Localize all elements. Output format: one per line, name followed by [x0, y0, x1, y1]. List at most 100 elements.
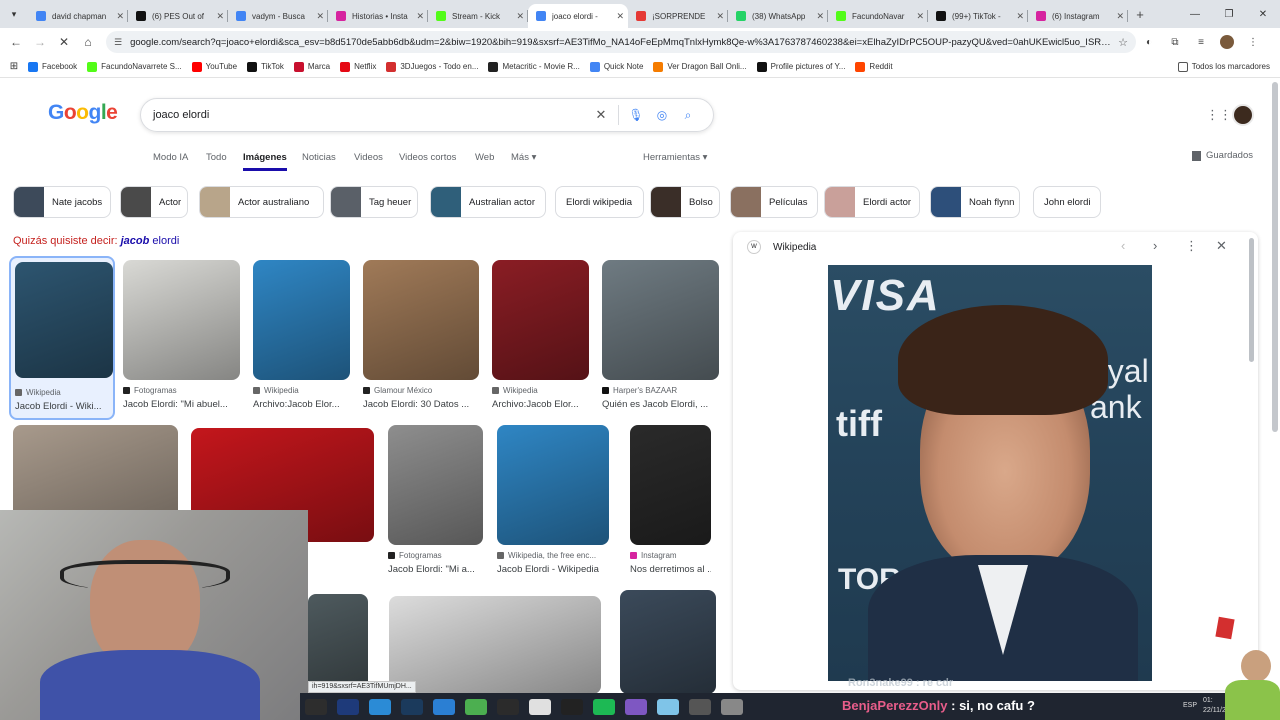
- tab-web[interactable]: Web: [475, 152, 494, 163]
- result-thumbnail[interactable]: [308, 594, 368, 694]
- google-logo[interactable]: Google: [48, 101, 118, 125]
- tab-videos-cortos[interactable]: Videos cortos: [399, 152, 456, 163]
- close-tab-icon[interactable]: ✕: [416, 11, 424, 22]
- taskbar-app-icon[interactable]: [465, 698, 487, 715]
- result-title[interactable]: Jacob Elordi - Wikipedia: [497, 564, 609, 575]
- image-result[interactable]: Wikipedia, the free enc... Jacob Elordi -…: [497, 425, 609, 585]
- lens-camera-icon[interactable]: ◎: [649, 108, 675, 122]
- chip-australian-actor[interactable]: Australian actor: [430, 186, 546, 218]
- result-title[interactable]: Archivo:Jacob Elor...: [253, 399, 350, 410]
- chip-tag-heuer[interactable]: Tag heuer: [330, 186, 418, 218]
- taskbar-app-icon[interactable]: [689, 698, 711, 715]
- result-thumbnail[interactable]: [253, 260, 350, 380]
- extension-icon[interactable]: ◐: [1136, 37, 1162, 48]
- result-thumbnail[interactable]: [363, 260, 479, 380]
- bookmark-item[interactable]: YouTube: [191, 61, 237, 72]
- browser-tab[interactable]: Historias • Insta ✕: [328, 4, 428, 28]
- chip-noah-flynn[interactable]: Noah flynn: [930, 186, 1020, 218]
- image-result[interactable]: Harper's BAZAAR Quién es Jacob Elordi, ..…: [602, 260, 719, 420]
- chip-nate-jacobs[interactable]: Nate jacobs: [13, 186, 111, 218]
- close-window-icon[interactable]: ✕: [1246, 9, 1280, 20]
- tab-noticias[interactable]: Noticias: [302, 152, 336, 163]
- forward-icon[interactable]: →: [28, 35, 52, 49]
- result-source[interactable]: Fotogramas: [388, 551, 442, 560]
- tab-mas[interactable]: Más ▾: [511, 152, 536, 163]
- menu-icon[interactable]: ⋮: [1240, 37, 1266, 48]
- clear-search-icon[interactable]: ✕: [588, 107, 614, 123]
- tab-todo[interactable]: Todo: [206, 152, 227, 163]
- taskbar-app-icon[interactable]: [529, 698, 551, 715]
- bookmark-item[interactable]: Quick Note: [589, 61, 643, 72]
- result-title[interactable]: Quién es Jacob Elordi, ...: [602, 399, 719, 410]
- result-title[interactable]: Jacob Elordi: 30 Datos ...: [363, 399, 479, 410]
- image-result[interactable]: Wikipedia Jacob Elordi - Wiki...: [9, 256, 115, 420]
- result-source[interactable]: Wikipedia: [15, 388, 61, 397]
- chip-john-elordi[interactable]: John elordi: [1033, 186, 1101, 218]
- result-title[interactable]: Jacob Elordi: "Mi abuel...: [123, 399, 240, 410]
- tab-imagenes[interactable]: Imágenes: [243, 152, 287, 171]
- image-result[interactable]: [620, 590, 716, 694]
- close-tab-icon[interactable]: ✕: [816, 11, 824, 22]
- result-thumbnail[interactable]: [123, 260, 240, 380]
- result-thumbnail[interactable]: [620, 590, 716, 694]
- image-result[interactable]: Wikipedia Archivo:Jacob Elor...: [253, 260, 350, 420]
- more-options-icon[interactable]: ⋮: [1185, 238, 1198, 254]
- chip-bolso[interactable]: Bolso: [650, 186, 720, 218]
- chip-actor-australiano[interactable]: Actor australiano: [199, 186, 324, 218]
- result-source[interactable]: Wikipedia: [492, 386, 538, 395]
- result-title[interactable]: Nos derretimos al ...: [630, 564, 711, 575]
- browser-tab[interactable]: (6) Instagram ✕: [1028, 4, 1128, 28]
- did-you-mean-link[interactable]: jacob elordi: [121, 235, 180, 247]
- address-bar[interactable]: ☰ google.com/search?q=joaco+elordi&sca_e…: [106, 31, 1136, 53]
- language-indicator[interactable]: ESP: [1183, 702, 1197, 709]
- close-tab-icon[interactable]: ✕: [216, 11, 224, 22]
- minimize-icon[interactable]: —: [1178, 9, 1212, 20]
- taskbar-app-icon[interactable]: [721, 698, 743, 715]
- bookmark-item[interactable]: 3DJuegos - Todo en...: [386, 61, 478, 72]
- bookmark-item[interactable]: FacundoNavarrete S...: [87, 61, 182, 72]
- result-source[interactable]: Wikipedia: [253, 386, 299, 395]
- result-source[interactable]: Instagram: [630, 551, 677, 560]
- close-tab-icon[interactable]: ✕: [916, 11, 924, 22]
- image-result[interactable]: Fotogramas Jacob Elordi: "Mi abuel...: [123, 260, 240, 420]
- taskbar-app-icon[interactable]: [433, 698, 455, 715]
- preview-source[interactable]: W Wikipedia: [747, 240, 816, 254]
- bookmark-item[interactable]: Facebook: [28, 61, 77, 72]
- taskbar-app-icon[interactable]: [369, 698, 391, 715]
- taskbar-app-icon[interactable]: [657, 698, 679, 715]
- browser-tab[interactable]: (99+) TikTok - ✕: [928, 4, 1028, 28]
- extensions-puzzle-icon[interactable]: ⧉: [1162, 37, 1188, 48]
- tab-videos[interactable]: Videos: [354, 152, 383, 163]
- site-info-icon[interactable]: ☰: [114, 37, 122, 48]
- result-title[interactable]: Jacob Elordi - Wiki...: [15, 401, 117, 412]
- taskbar-app-icon[interactable]: [305, 698, 327, 715]
- chip-películas[interactable]: Películas: [730, 186, 818, 218]
- image-result[interactable]: Wikipedia Archivo:Jacob Elor...: [492, 260, 589, 420]
- result-source[interactable]: Fotogramas: [123, 386, 177, 395]
- taskbar-app-icon[interactable]: [497, 698, 519, 715]
- result-source[interactable]: Harper's BAZAAR: [602, 386, 677, 395]
- taskbar-app-icon[interactable]: [561, 698, 583, 715]
- bookmark-item[interactable]: Ver Dragon Ball Onli...: [653, 61, 747, 72]
- browser-tab[interactable]: FacundoNavar ✕: [828, 4, 928, 28]
- tools-button[interactable]: Herramientas ▾: [643, 152, 707, 163]
- taskbar-app-icon[interactable]: [625, 698, 647, 715]
- result-thumbnail[interactable]: [630, 425, 711, 545]
- microphone-icon[interactable]: 🎙︎: [623, 108, 649, 122]
- search-icon[interactable]: ⌕: [675, 108, 701, 123]
- saved-button[interactable]: Guardados: [1192, 150, 1253, 161]
- all-bookmarks[interactable]: Todos los marcadores: [1177, 61, 1270, 72]
- browser-tab[interactable]: david chapman ✕: [28, 4, 128, 28]
- apps-grid-icon[interactable]: ⊞: [0, 61, 28, 72]
- result-source[interactable]: Glamour México: [363, 386, 432, 395]
- result-thumbnail[interactable]: [492, 260, 589, 380]
- close-tab-icon[interactable]: ✕: [716, 11, 724, 22]
- result-thumbnail[interactable]: [497, 425, 609, 545]
- search-query[interactable]: joaco elordi: [153, 109, 588, 121]
- browser-tab[interactable]: ¡SORPRENDE ✕: [628, 4, 728, 28]
- taskbar-app-icon[interactable]: [401, 698, 423, 715]
- tab-modo-ia[interactable]: Modo IA: [153, 152, 188, 163]
- browser-tab[interactable]: joaco elordi - ✕: [528, 4, 628, 28]
- close-tab-icon[interactable]: ✕: [316, 11, 324, 22]
- close-tab-icon[interactable]: ✕: [516, 11, 524, 22]
